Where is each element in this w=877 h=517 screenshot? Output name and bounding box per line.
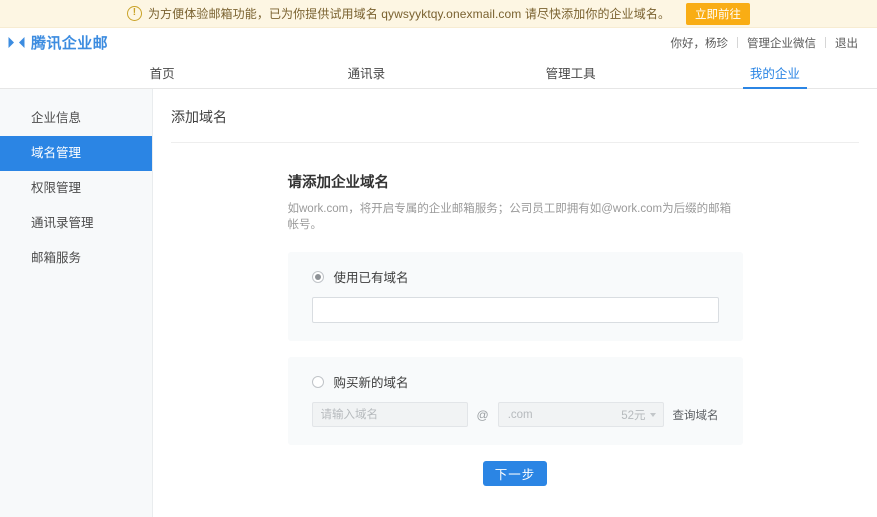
tab-my-enterprise-label: 我的企业 xyxy=(749,67,800,81)
sidebar-item-label: 通讯录管理 xyxy=(31,216,94,230)
existing-domain-card: 使用已有域名 xyxy=(287,252,743,342)
sidebar-item-label: 企业信息 xyxy=(31,111,82,125)
trial-domain-notice-bar: ! 为方便体验邮箱功能，已为你提供试用域名 qywsyyktqy.onexmai… xyxy=(0,0,877,28)
tld-value: .com xyxy=(507,408,533,421)
brand-name: 腾讯企业邮 xyxy=(31,35,109,52)
tab-admin-tools[interactable]: 管理工具 xyxy=(469,57,673,88)
add-domain-form: 请添加企业域名 如work.com，将开启专属的企业邮箱服务；公司员工即拥有如@… xyxy=(287,143,743,487)
form-subtext: 如work.com，将开启专属的企业邮箱服务；公司员工即拥有如@work.com… xyxy=(287,203,732,232)
tab-admin-tools-label: 管理工具 xyxy=(545,67,596,81)
existing-domain-label: 使用已有域名 xyxy=(333,271,409,286)
manage-wecom-link[interactable]: 管理企业微信 xyxy=(738,35,825,51)
chevron-down-icon xyxy=(649,412,656,417)
radio-buy-domain[interactable] xyxy=(311,375,324,388)
form-heading: 请添加企业域名 xyxy=(287,175,390,191)
buy-domain-card: 购买新的域名 @ .com 52元 查询域名 xyxy=(287,357,743,446)
sidebar-item-label: 域名管理 xyxy=(31,146,82,160)
notice-text: 为方便体验邮箱功能，已为你提供试用域名 qywsyyktqy.onexmail.… xyxy=(147,7,671,21)
app-header: 腾讯企业邮 你好，杨珍 管理企业微信 退出 xyxy=(0,28,877,57)
header-user-actions: 你好，杨珍 管理企业微信 退出 xyxy=(662,35,868,51)
brand-logo[interactable]: 腾讯企业邮 xyxy=(8,32,108,53)
tab-contacts[interactable]: 通讯录 xyxy=(264,57,468,88)
buy-domain-option[interactable]: 购买新的域名 xyxy=(311,372,719,391)
buy-domain-label: 购买新的域名 xyxy=(333,376,409,391)
tab-home[interactable]: 首页 xyxy=(60,57,264,88)
tld-price: 52元 xyxy=(621,409,646,422)
new-domain-name-input[interactable] xyxy=(311,402,468,428)
tld-select[interactable]: .com 52元 xyxy=(497,402,664,428)
logout-link[interactable]: 退出 xyxy=(826,35,867,51)
next-step-button[interactable]: 下一步 xyxy=(483,461,547,487)
at-symbol: @ xyxy=(476,407,489,422)
sidebar-item-enterprise-info[interactable]: 企业信息 xyxy=(0,101,152,136)
radio-existing-domain[interactable] xyxy=(311,270,324,283)
tld-meta: 52元 xyxy=(621,407,656,423)
tab-contacts-label: 通讯录 xyxy=(347,67,386,81)
sidebar-item-label: 邮箱服务 xyxy=(31,251,82,265)
greeting-label: 你好，杨珍 xyxy=(670,37,729,50)
sidebar-item-permission-management[interactable]: 权限管理 xyxy=(0,171,152,206)
tencent-exmail-logo-icon xyxy=(8,37,25,48)
content-area: 添加域名 请添加企业域名 如work.com，将开启专属的企业邮箱服务；公司员工… xyxy=(153,89,877,517)
sidebar-item-mail-service[interactable]: 邮箱服务 xyxy=(0,241,152,276)
main-nav: 首页 通讯录 管理工具 我的企业 xyxy=(0,57,877,89)
sidebar-item-label: 权限管理 xyxy=(31,181,82,195)
buy-domain-row: @ .com 52元 查询域名 xyxy=(311,402,719,428)
sidebar-item-contacts-management[interactable]: 通讯录管理 xyxy=(0,206,152,241)
tab-my-enterprise[interactable]: 我的企业 xyxy=(673,57,877,88)
info-circle-icon: ! xyxy=(126,6,142,21)
sidebar-item-domain-management[interactable]: 域名管理 xyxy=(0,136,152,171)
sidebar: 企业信息 域名管理 权限管理 通讯录管理 邮箱服务 xyxy=(0,89,153,517)
existing-domain-option[interactable]: 使用已有域名 xyxy=(311,267,719,286)
page-body: 企业信息 域名管理 权限管理 通讯录管理 邮箱服务 添加域名 请添加企业域名 如… xyxy=(0,89,877,517)
page-title: 添加域名 xyxy=(171,109,227,125)
query-domain-link[interactable]: 查询域名 xyxy=(673,407,719,423)
submit-row: 下一步 xyxy=(288,461,743,487)
existing-domain-input[interactable] xyxy=(311,297,719,324)
tab-home-label: 首页 xyxy=(149,67,175,81)
go-now-button[interactable]: 立即前往 xyxy=(686,2,751,25)
